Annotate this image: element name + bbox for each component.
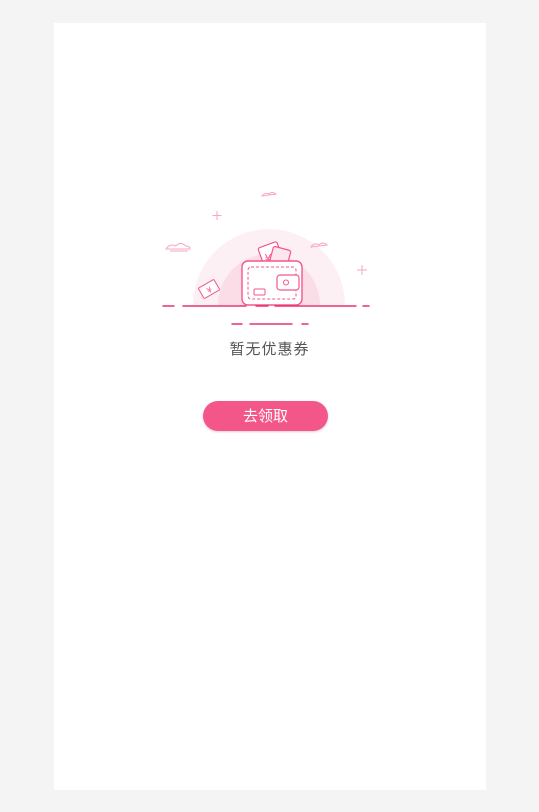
claim-coupon-button[interactable]: 去领取 [203,401,328,431]
empty-state-message: 暂无优惠券 [229,340,310,358]
